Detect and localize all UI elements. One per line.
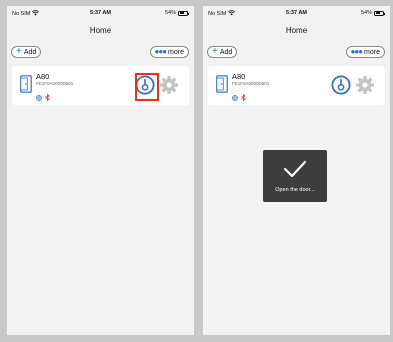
- page-title: Home: [285, 26, 308, 35]
- more-button[interactable]: ●●● more: [345, 46, 385, 58]
- page-title: Home: [89, 26, 112, 35]
- unlock-highlight-box: [135, 73, 159, 101]
- add-button-label: Add: [219, 48, 233, 56]
- unlock-icon[interactable]: [331, 75, 351, 100]
- more-button[interactable]: ●●● more: [149, 46, 189, 58]
- status-bar: No SIM 5:37 AM 54%: [7, 6, 194, 20]
- phone-screen-left: No SIM 5:37 AM 54% Home + Add ●●● more A…: [7, 6, 194, 335]
- device-name: A80: [36, 72, 50, 81]
- add-button[interactable]: + Add: [207, 46, 238, 58]
- device-id: FE1F0A0000D601: [36, 81, 74, 86]
- globe-icon: [36, 88, 42, 106]
- plus-icon: +: [212, 46, 218, 57]
- status-bar: No SIM 5:37 AM 54%: [203, 6, 390, 20]
- door-icon: [216, 75, 228, 98]
- device-id: FE1F0A0000D601: [232, 81, 270, 86]
- device-card[interactable]: A80 FE1F0A0000D601: [12, 66, 189, 105]
- battery-percent: 54%: [360, 10, 372, 16]
- battery-icon: [178, 10, 189, 16]
- gear-icon[interactable]: [355, 75, 375, 100]
- more-button-label: more: [364, 48, 380, 56]
- door-icon: [20, 75, 32, 98]
- add-button-label: Add: [23, 48, 37, 56]
- device-card[interactable]: A80 FE1F0A0000D601: [208, 66, 385, 105]
- globe-icon: [232, 88, 238, 106]
- battery-icon: [374, 10, 385, 16]
- toast-message: Open the door...: [275, 187, 315, 193]
- plus-icon: +: [16, 46, 22, 57]
- more-button-label: more: [168, 48, 184, 56]
- battery-percent: 54%: [164, 10, 176, 16]
- bluetooth-icon: [241, 88, 246, 106]
- bluetooth-icon: [45, 88, 50, 106]
- dots-icon: ●●●: [350, 47, 363, 56]
- toast-overlay: Open the door...: [263, 150, 327, 202]
- dots-icon: ●●●: [154, 47, 167, 56]
- phone-screen-right: No SIM 5:37 AM 54% Home + Add ●●● more A…: [203, 6, 390, 335]
- device-name: A80: [232, 72, 246, 81]
- gear-icon[interactable]: [159, 75, 179, 100]
- checkmark-icon: [283, 160, 307, 178]
- add-button[interactable]: + Add: [11, 46, 42, 58]
